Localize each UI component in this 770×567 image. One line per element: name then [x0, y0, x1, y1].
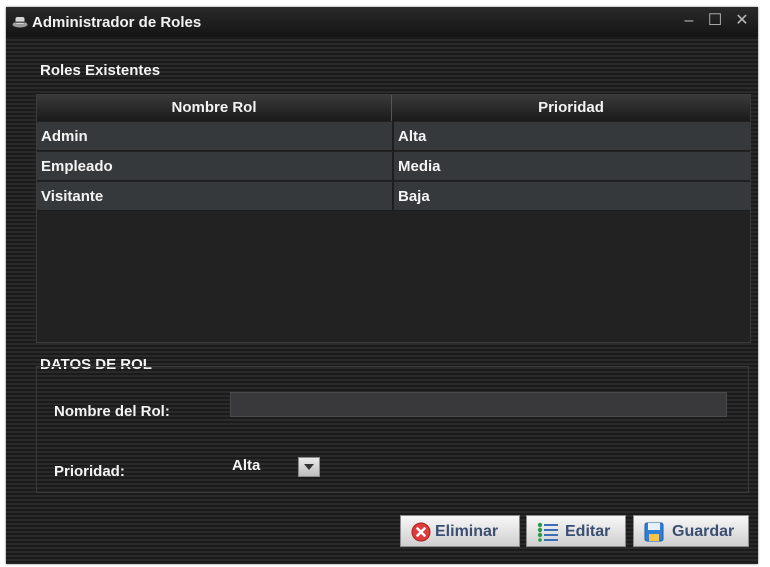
cell-prioridad: Baja	[392, 182, 750, 211]
edit-button-label: Editar	[565, 523, 611, 540]
delete-icon	[411, 522, 431, 542]
column-header-prioridad[interactable]: Prioridad	[392, 95, 750, 121]
chevron-down-icon[interactable]	[298, 457, 320, 477]
cell-prioridad: Alta	[392, 122, 750, 151]
cell-nombre: Empleado	[37, 152, 392, 181]
list-icon	[537, 522, 558, 542]
roles-section-title: Roles Existentes	[40, 62, 161, 79]
priority-select-value: Alta	[232, 457, 261, 474]
minimize-icon[interactable]: –	[679, 11, 699, 31]
role-name-input[interactable]	[230, 392, 727, 417]
save-icon	[644, 522, 664, 542]
window-content: Roles Existentes Nombre Rol Prioridad Ad…	[6, 37, 758, 564]
column-header-nombre[interactable]: Nombre Rol	[37, 95, 392, 121]
roles-table[interactable]: Nombre Rol Prioridad Admin Alta Empleado…	[36, 94, 751, 343]
table-row[interactable]: Empleado Media	[37, 152, 750, 182]
role-data-panel	[36, 366, 749, 493]
window: Administrador de Roles – ☐ ✕ Roles Exist…	[6, 7, 758, 564]
close-icon[interactable]: ✕	[732, 11, 752, 31]
maximize-icon[interactable]: ☐	[705, 11, 725, 31]
cell-prioridad: Media	[392, 152, 750, 181]
delete-button[interactable]: Eliminar	[400, 515, 520, 547]
title-bar[interactable]: Administrador de Roles – ☐ ✕	[6, 7, 758, 37]
cell-nombre: Admin	[37, 122, 392, 151]
edit-button[interactable]: Editar	[526, 515, 626, 547]
table-row[interactable]: Visitante Baja	[37, 182, 750, 212]
table-row[interactable]: Admin Alta	[37, 122, 750, 152]
save-button[interactable]: Guardar	[633, 515, 749, 547]
delete-button-label: Eliminar	[435, 523, 499, 540]
window-title: Administrador de Roles	[32, 14, 202, 31]
save-button-label: Guardar	[672, 523, 735, 540]
cell-nombre: Visitante	[37, 182, 392, 211]
app-hat-icon	[12, 17, 28, 28]
priority-select[interactable]: Alta	[228, 454, 328, 480]
priority-label: Prioridad:	[54, 463, 125, 480]
role-name-label: Nombre del Rol:	[54, 403, 170, 420]
